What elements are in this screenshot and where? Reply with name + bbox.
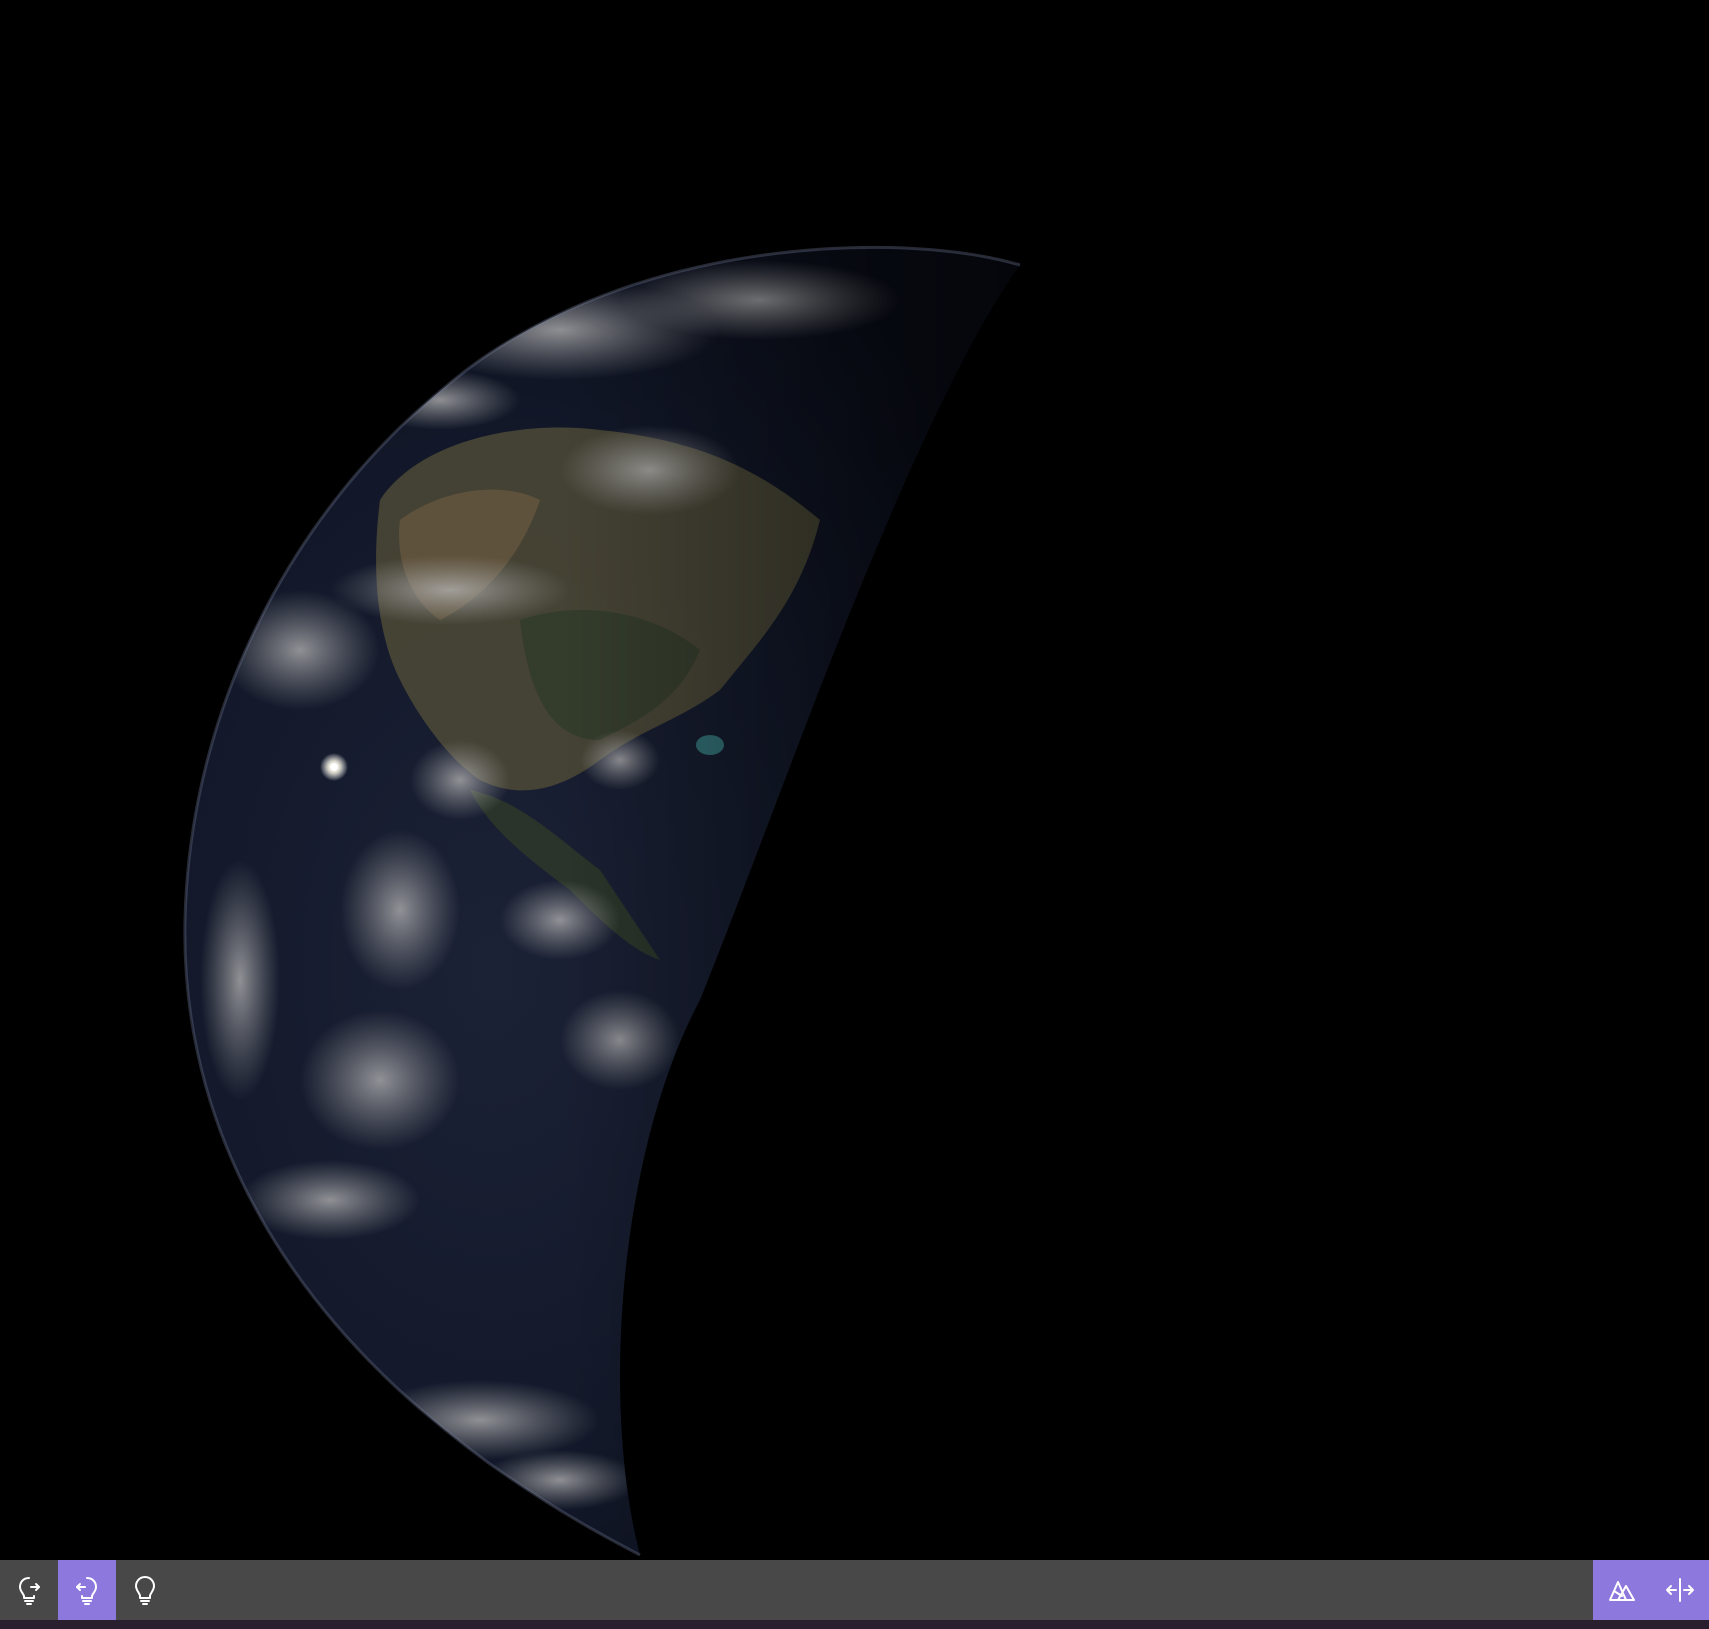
light-bulb-button[interactable] <box>116 1560 174 1620</box>
globe-viewport[interactable] <box>0 0 1709 1560</box>
light-from-left-icon <box>76 1577 97 1605</box>
terrain-layers-button[interactable] <box>1593 1560 1651 1620</box>
bottom-strip <box>0 1620 1709 1629</box>
split-view-icon <box>1666 1578 1694 1602</box>
terrain-layers-icon <box>1609 1581 1635 1601</box>
light-from-right-icon <box>19 1577 40 1605</box>
bottom-toolbar <box>0 1560 1709 1620</box>
light-bulb-icon <box>135 1576 155 1605</box>
earth-globe[interactable] <box>0 0 1709 1560</box>
split-view-button[interactable] <box>1651 1560 1709 1620</box>
light-from-right-button[interactable] <box>0 1560 58 1620</box>
globe-lit-side <box>184 247 1020 1555</box>
light-from-left-button[interactable] <box>58 1560 116 1620</box>
